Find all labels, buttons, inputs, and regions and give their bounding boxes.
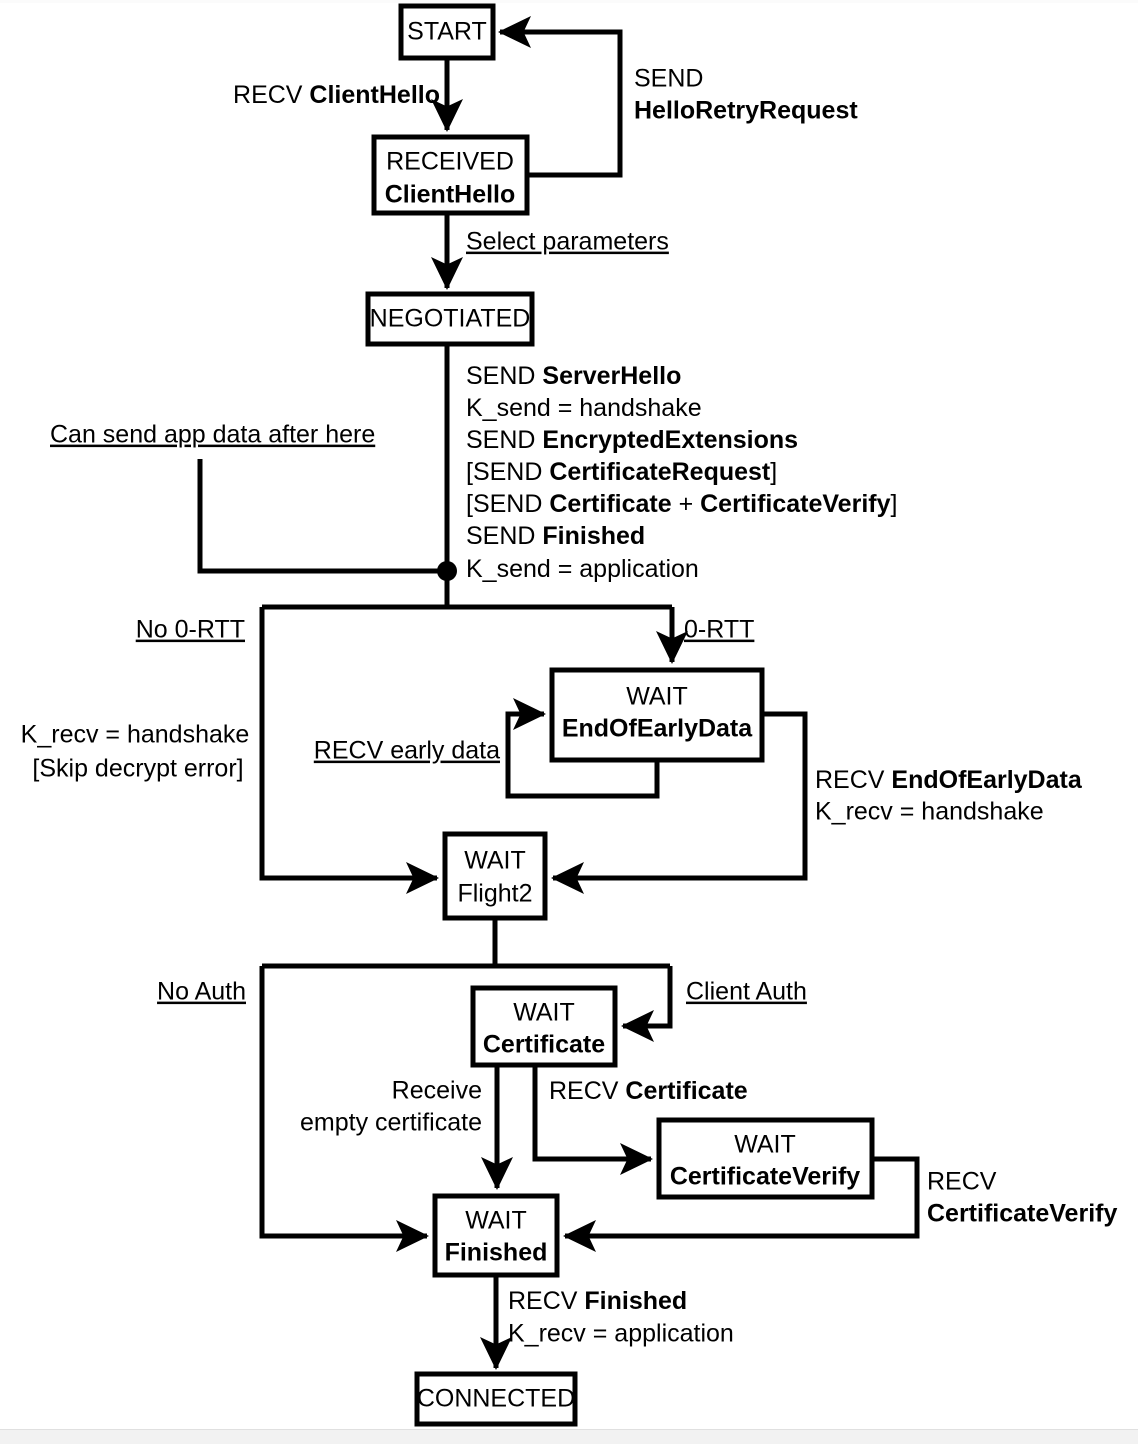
state-box-wait-flight2[interactable]: WAIT Flight2 — [442, 831, 548, 921]
label-recv-eoed-bold: EndOfEarlyData — [891, 766, 1082, 794]
label-negotiated-action-5: SEND Finished — [466, 522, 645, 550]
label-no-0rtt: No 0-RTT — [136, 616, 245, 644]
label-receive-empty-cert-line2: empty certificate — [300, 1109, 482, 1137]
label-recv-clienthello: RECV ClientHello — [233, 81, 440, 109]
label-send-helloretryrequest-line2: HelloRetryRequest — [634, 97, 858, 125]
action-2-bold1: EncryptedExtensions — [542, 426, 798, 454]
page-bottom-strip — [0, 1429, 1138, 1444]
action-6-plain1: K_send = application — [466, 555, 699, 583]
action-2-plain1: SEND — [466, 426, 542, 454]
label-recv-certificateverify-line1: RECV — [927, 1168, 997, 1196]
action-3-plain2: ] — [770, 458, 777, 486]
label-k-recv-handshake: K_recv = handshake — [21, 721, 250, 749]
label-send-helloretryrequest-line1: SEND — [634, 65, 703, 93]
wait-certificate-label-line1: WAIT — [513, 999, 575, 1027]
page-top-strip — [0, 0, 1138, 3]
label-select-parameters: Select parameters — [466, 228, 669, 256]
label-no-auth: No Auth — [157, 978, 246, 1006]
label-recv-finished: RECV Finished — [508, 1287, 687, 1315]
action-1-plain1: K_send = handshake — [466, 394, 702, 422]
label-recv-certificate-bold: Certificate — [625, 1077, 747, 1105]
state-machine-svg: START RECEIVED ClientHello NEGOTIATED WA… — [0, 0, 1138, 1444]
label-recv-certificate-plain: RECV — [549, 1077, 625, 1105]
label-recv-finished-plain: RECV — [508, 1287, 584, 1315]
state-box-wait-certificate[interactable]: WAIT Certificate — [470, 985, 618, 1068]
negotiated-label: NEGOTIATED — [370, 305, 531, 333]
received-clienthello-label-line2: ClientHello — [385, 181, 516, 209]
label-negotiated-action-3: [SEND CertificateRequest] — [466, 458, 777, 486]
action-3-plain1: [SEND — [466, 458, 549, 486]
start-label: START — [407, 18, 487, 46]
action-4-plain1: [SEND — [466, 490, 549, 518]
wait-flight2-label-line2: Flight2 — [457, 880, 532, 908]
action-4-plain2: + — [672, 490, 701, 518]
connected-label: CONNECTED — [417, 1385, 575, 1413]
wait-certificateverify-label-line1: WAIT — [734, 1131, 796, 1159]
tls-state-machine-diagram: START RECEIVED ClientHello NEGOTIATED WA… — [0, 0, 1138, 1444]
label-can-send-app-data: Can send app data after here — [50, 421, 375, 449]
label-recv-endofearlydata-key: K_recv = handshake — [815, 798, 1044, 826]
state-box-start[interactable]: START — [398, 3, 496, 61]
wait-certificateverify-label-line2: CertificateVerify — [670, 1163, 860, 1191]
label-0rtt: 0-RTT — [684, 616, 754, 644]
action-4-bold2: CertificateVerify — [700, 490, 890, 518]
label-recv-finished-bold: Finished — [584, 1287, 687, 1315]
action-0-bold1: ServerHello — [542, 362, 681, 390]
edge-client-auth-to-wait-certificate — [620, 966, 673, 1042]
label-client-auth: Client Auth — [686, 978, 807, 1006]
label-recv-certificateverify-line2: CertificateVerify — [927, 1200, 1117, 1228]
state-box-wait-finished[interactable]: WAIT Finished — [432, 1193, 560, 1278]
label-receive-empty-cert-line1: Receive — [392, 1077, 482, 1105]
label-recv-endofearlydata: RECV EndOfEarlyData — [815, 766, 1083, 794]
wait-certificate-label-line2: Certificate — [483, 1031, 605, 1059]
label-negotiated-action-2: SEND EncryptedExtensions — [466, 426, 798, 454]
action-4-bold1: Certificate — [549, 490, 671, 518]
label-recv-eoed-plain: RECV — [815, 766, 891, 794]
label-recv-clienthello-plain: RECV — [233, 81, 309, 109]
label-recv-early-data: RECV early data — [314, 737, 500, 765]
action-5-bold1: Finished — [542, 522, 645, 550]
label-negotiated-action-0: SEND ServerHello — [466, 362, 681, 390]
action-3-bold1: CertificateRequest — [549, 458, 771, 486]
label-skip-decrypt-error: [Skip decrypt error] — [32, 755, 243, 783]
wait-endofearlydata-label-line1: WAIT — [626, 683, 688, 711]
state-box-received-clienthello[interactable]: RECEIVED ClientHello — [371, 134, 530, 216]
wait-flight2-label-line1: WAIT — [464, 847, 526, 875]
label-recv-certificate: RECV Certificate — [549, 1077, 748, 1105]
label-recv-finished-key: K_recv = application — [508, 1320, 734, 1348]
action-4-plain3: ] — [891, 490, 898, 518]
state-box-wait-endofearlydata[interactable]: WAIT EndOfEarlyData — [549, 667, 765, 763]
label-recv-clienthello-bold: ClientHello — [309, 81, 440, 109]
label-negotiated-action-1: K_send = handshake — [466, 394, 702, 422]
edge-can-send-app-data-hook — [197, 459, 447, 574]
received-clienthello-label-line1: RECEIVED — [386, 148, 514, 176]
action-5-plain1: SEND — [466, 522, 542, 550]
state-box-wait-certificateverify[interactable]: WAIT CertificateVerify — [656, 1117, 875, 1200]
label-negotiated-action-4: [SEND Certificate + CertificateVerify] — [466, 490, 897, 518]
action-0-plain1: SEND — [466, 362, 542, 390]
wait-endofearlydata-label-line2: EndOfEarlyData — [562, 715, 753, 743]
state-box-negotiated[interactable]: NEGOTIATED — [365, 291, 535, 347]
wait-finished-label-line2: Finished — [445, 1239, 548, 1267]
wait-finished-label-line1: WAIT — [465, 1207, 527, 1235]
state-box-connected[interactable]: CONNECTED — [414, 1371, 578, 1427]
label-negotiated-action-6: K_send = application — [466, 555, 699, 583]
